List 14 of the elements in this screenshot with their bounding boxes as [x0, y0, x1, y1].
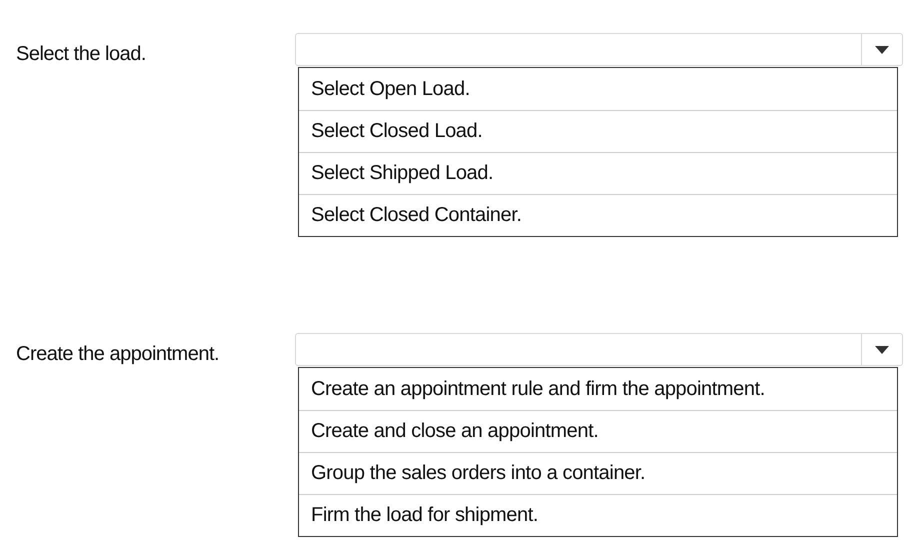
dropdown-option[interactable]: Create an appointment rule and firm the appointment.	[299, 368, 897, 410]
dropdown-option[interactable]: Firm the load for shipment.	[299, 494, 897, 536]
question-label: Select the load.	[15, 42, 147, 66]
caret-icon	[875, 346, 889, 354]
dropdown-option[interactable]: Select Shipped Load.	[299, 152, 897, 194]
dropdown[interactable]	[295, 333, 903, 366]
question-label: Create the appointment.	[15, 342, 220, 366]
dropdown-option[interactable]: Group the sales orders into a container.	[299, 452, 897, 494]
caret-icon	[875, 46, 889, 54]
dropdown[interactable]	[295, 33, 903, 66]
dropdown-option[interactable]: Create and close an appointment.	[299, 410, 897, 452]
dropdown-option[interactable]: Select Closed Load.	[299, 110, 897, 152]
dropdown-option[interactable]: Select Closed Container.	[299, 194, 897, 236]
dropdown-option[interactable]: Select Open Load.	[299, 68, 897, 110]
